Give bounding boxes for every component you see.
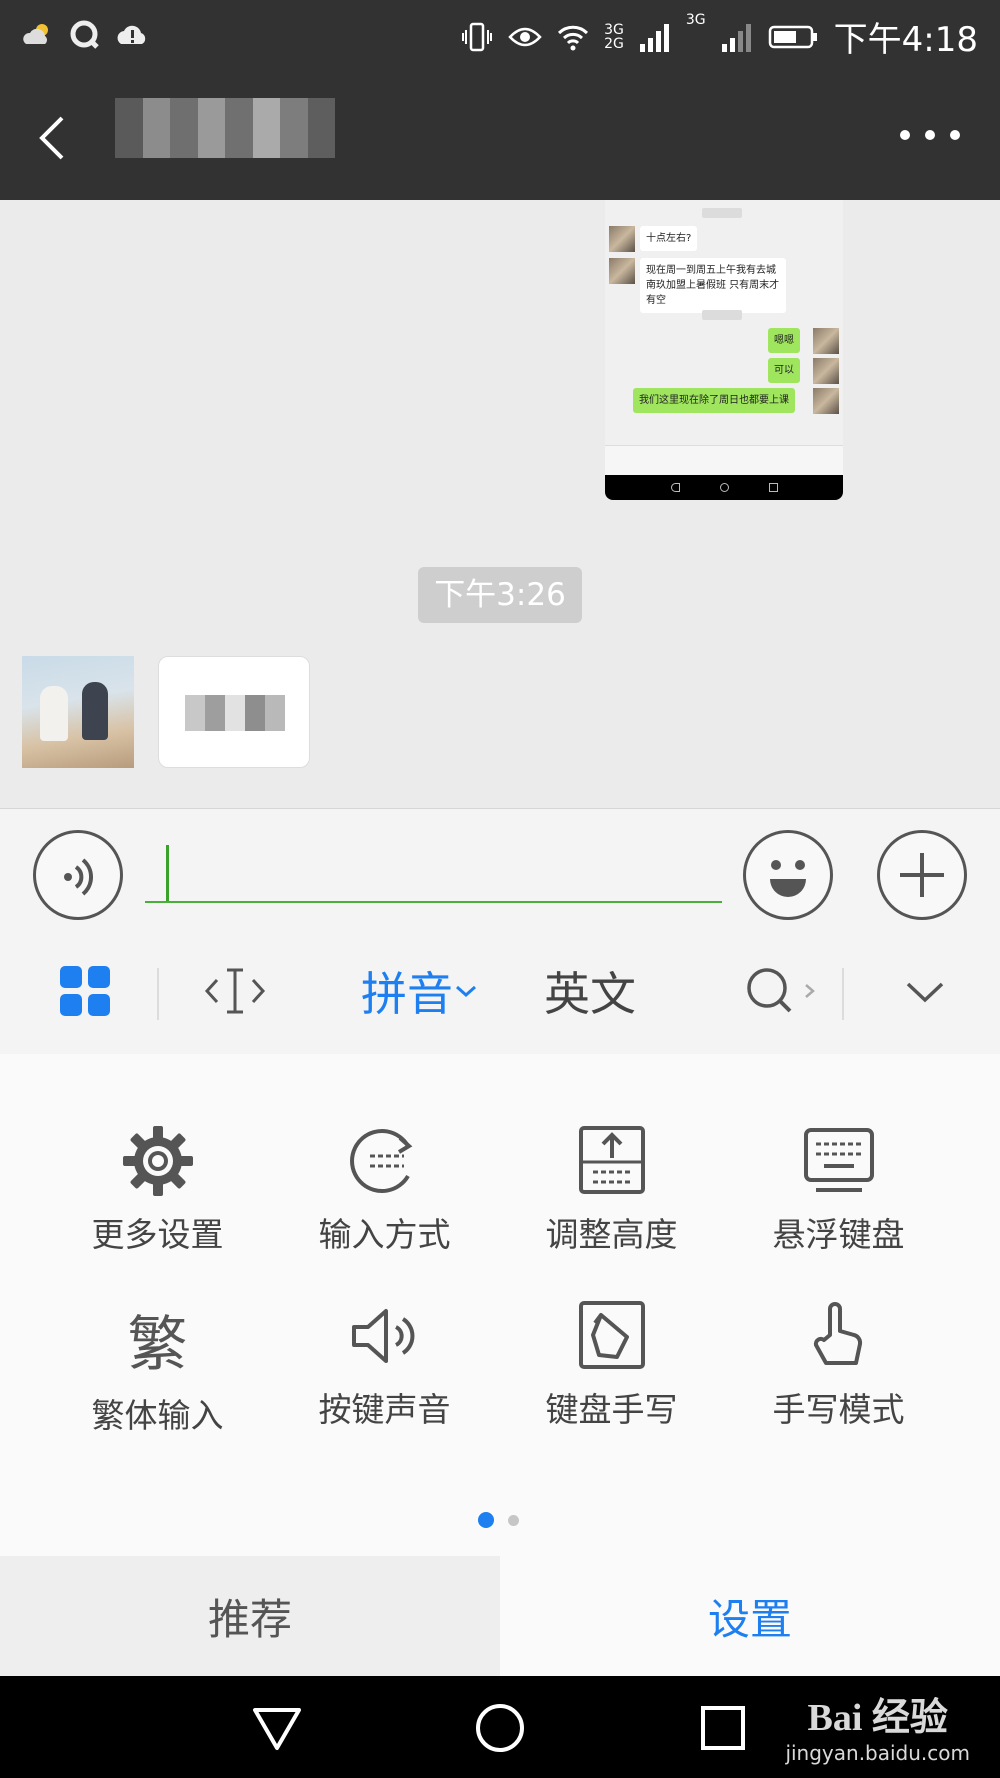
page-dot[interactable]	[508, 1514, 519, 1526]
adjust-height-icon	[578, 1126, 645, 1194]
tab-settings[interactable]: 设置	[500, 1556, 1000, 1676]
keyboard-handwriting-item[interactable]: 键盘手写	[498, 1229, 725, 1429]
floating-keyboard-item[interactable]: 悬浮键盘	[725, 1054, 952, 1254]
vibrate-icon	[462, 22, 493, 51]
signal-3g-label-2: 3G	[685, 12, 706, 28]
handwriting-icon	[578, 1301, 645, 1369]
search-icon	[747, 968, 792, 1013]
screenshot-message-out: 我们这里现在除了周日也都要上课	[633, 388, 795, 413]
signal-3g-label: 3G 2G	[604, 21, 624, 52]
signal-icon	[721, 23, 751, 52]
more-dots-icon[interactable]	[900, 120, 960, 150]
tab-recommend[interactable]: 推荐	[0, 1556, 500, 1676]
chat-input-bar	[0, 808, 1000, 928]
cursor-icon	[204, 968, 266, 1014]
message-input[interactable]	[145, 837, 722, 903]
back-triangle-icon[interactable]	[249, 1700, 305, 1756]
screenshot-avatar	[813, 328, 839, 354]
chat-area: 十点左右? 现在周一到周五上午我有去城南玖加盟上暑假班 只有周末才有空 嗯嗯 可…	[0, 200, 1000, 808]
emoji-button[interactable]	[743, 830, 833, 920]
panel-tabs: 推荐 设置	[0, 1556, 1000, 1676]
screenshot-message-out: 可以	[768, 358, 800, 383]
floating-keyboard-icon	[803, 1128, 874, 1192]
speaker-icon	[351, 1309, 414, 1363]
search-button[interactable]	[730, 928, 830, 1054]
traditional-icon: 繁	[127, 1309, 188, 1380]
toolbar-divider	[842, 968, 844, 1020]
cursor-button[interactable]	[200, 928, 270, 1054]
traditional-input-item[interactable]: 繁 繁体输入	[44, 1229, 271, 1436]
traditional-input-label: 繁体输入	[91, 1396, 224, 1435]
emoji-icon	[770, 860, 806, 897]
status-right-icons: 3G 2G 3G 下午4:18	[460, 12, 978, 61]
screenshot-avatar	[609, 226, 635, 252]
keyboard-handwriting-label: 键盘手写	[545, 1390, 678, 1429]
q-icon	[70, 20, 99, 49]
page-indicator	[478, 1512, 519, 1528]
key-sound-item[interactable]: 按键声音	[271, 1229, 498, 1429]
voice-icon	[64, 858, 94, 896]
recents-square-icon[interactable]	[695, 1700, 751, 1756]
key-sound-label: 按键声音	[318, 1390, 451, 1429]
screenshot-time-chip	[702, 208, 742, 218]
baidu-watermark: Bai 经验 jingyan.baidu.com	[785, 1697, 970, 1765]
plus-button[interactable]	[877, 830, 967, 920]
voice-button[interactable]	[33, 830, 123, 920]
chat-title-redacted	[115, 98, 335, 158]
message-bubble-redacted[interactable]	[158, 656, 310, 768]
grid-icon	[60, 966, 110, 1016]
gear-icon	[122, 1126, 193, 1196]
chevron-down-small-icon	[456, 985, 476, 998]
grid-button[interactable]	[55, 928, 115, 1054]
handwriting-mode-item[interactable]: 手写模式	[725, 1229, 952, 1429]
collapse-keyboard-button[interactable]	[890, 928, 960, 1054]
more-settings-item[interactable]: 更多设置	[44, 1054, 271, 1254]
wifi-icon	[558, 25, 589, 50]
eye-icon	[508, 27, 542, 46]
tab-pinyin[interactable]: 拼音	[350, 928, 490, 1054]
chevron-right-small-icon	[805, 984, 815, 998]
status-bar: 3G 2G 3G 下午4:18	[0, 0, 1000, 70]
chevron-left-icon[interactable]	[30, 110, 80, 166]
screenshot-message-in: 十点左右?	[640, 226, 698, 251]
screenshot-avatar	[813, 388, 839, 414]
cloud-alert-icon	[117, 25, 146, 44]
page-dot-active[interactable]	[478, 1512, 494, 1528]
shared-screenshot-image[interactable]: 十点左右? 现在周一到周五上午我有去城南玖加盟上暑假班 只有周末才有空 嗯嗯 可…	[605, 200, 843, 500]
tab-english-label: 英文	[544, 967, 636, 1021]
screenshot-message-in: 现在周一到周五上午我有去城南玖加盟上暑假班 只有周末才有空	[640, 258, 786, 313]
status-left-icons	[20, 18, 150, 52]
keyboard-toolbar: 拼音 英文	[0, 928, 1000, 1054]
system-nav-bar: Bai 经验 jingyan.baidu.com	[0, 1676, 1000, 1778]
input-mode-icon	[349, 1129, 412, 1193]
hand-icon	[813, 1302, 862, 1365]
screenshot-input-bar	[605, 445, 843, 475]
toolbar-divider	[157, 968, 159, 1020]
cloud-sun-icon	[23, 24, 48, 44]
screenshot-message-out: 嗯嗯	[768, 328, 800, 353]
status-time: 下午4:18	[833, 20, 978, 60]
text-caret	[166, 845, 169, 901]
screenshot-avatar	[609, 258, 635, 284]
screenshot-nav-bar	[605, 475, 843, 500]
screenshot-avatar	[813, 358, 839, 384]
handwriting-mode-label: 手写模式	[772, 1390, 905, 1429]
plus-icon	[900, 853, 944, 897]
adjust-height-item[interactable]: 调整高度	[498, 1054, 725, 1254]
tab-english[interactable]: 英文	[530, 928, 650, 1054]
avatar[interactable]	[22, 656, 134, 768]
tab-pinyin-label: 拼音	[361, 967, 453, 1021]
input-mode-item[interactable]: 输入方式	[271, 1054, 498, 1254]
message-timestamp: 下午3:26	[418, 567, 582, 623]
battery-icon	[768, 25, 817, 48]
home-circle-icon[interactable]	[472, 1700, 528, 1756]
keyboard-settings-panel: 更多设置 输入方式 调整高度 悬浮键盘 繁 繁体输入 按键声音 键盘手写 手写模…	[0, 1054, 1000, 1556]
screenshot-time-chip	[702, 310, 742, 320]
title-bar	[0, 70, 1000, 200]
signal-3g-icon	[639, 23, 669, 52]
chevron-down-icon	[906, 982, 944, 1003]
